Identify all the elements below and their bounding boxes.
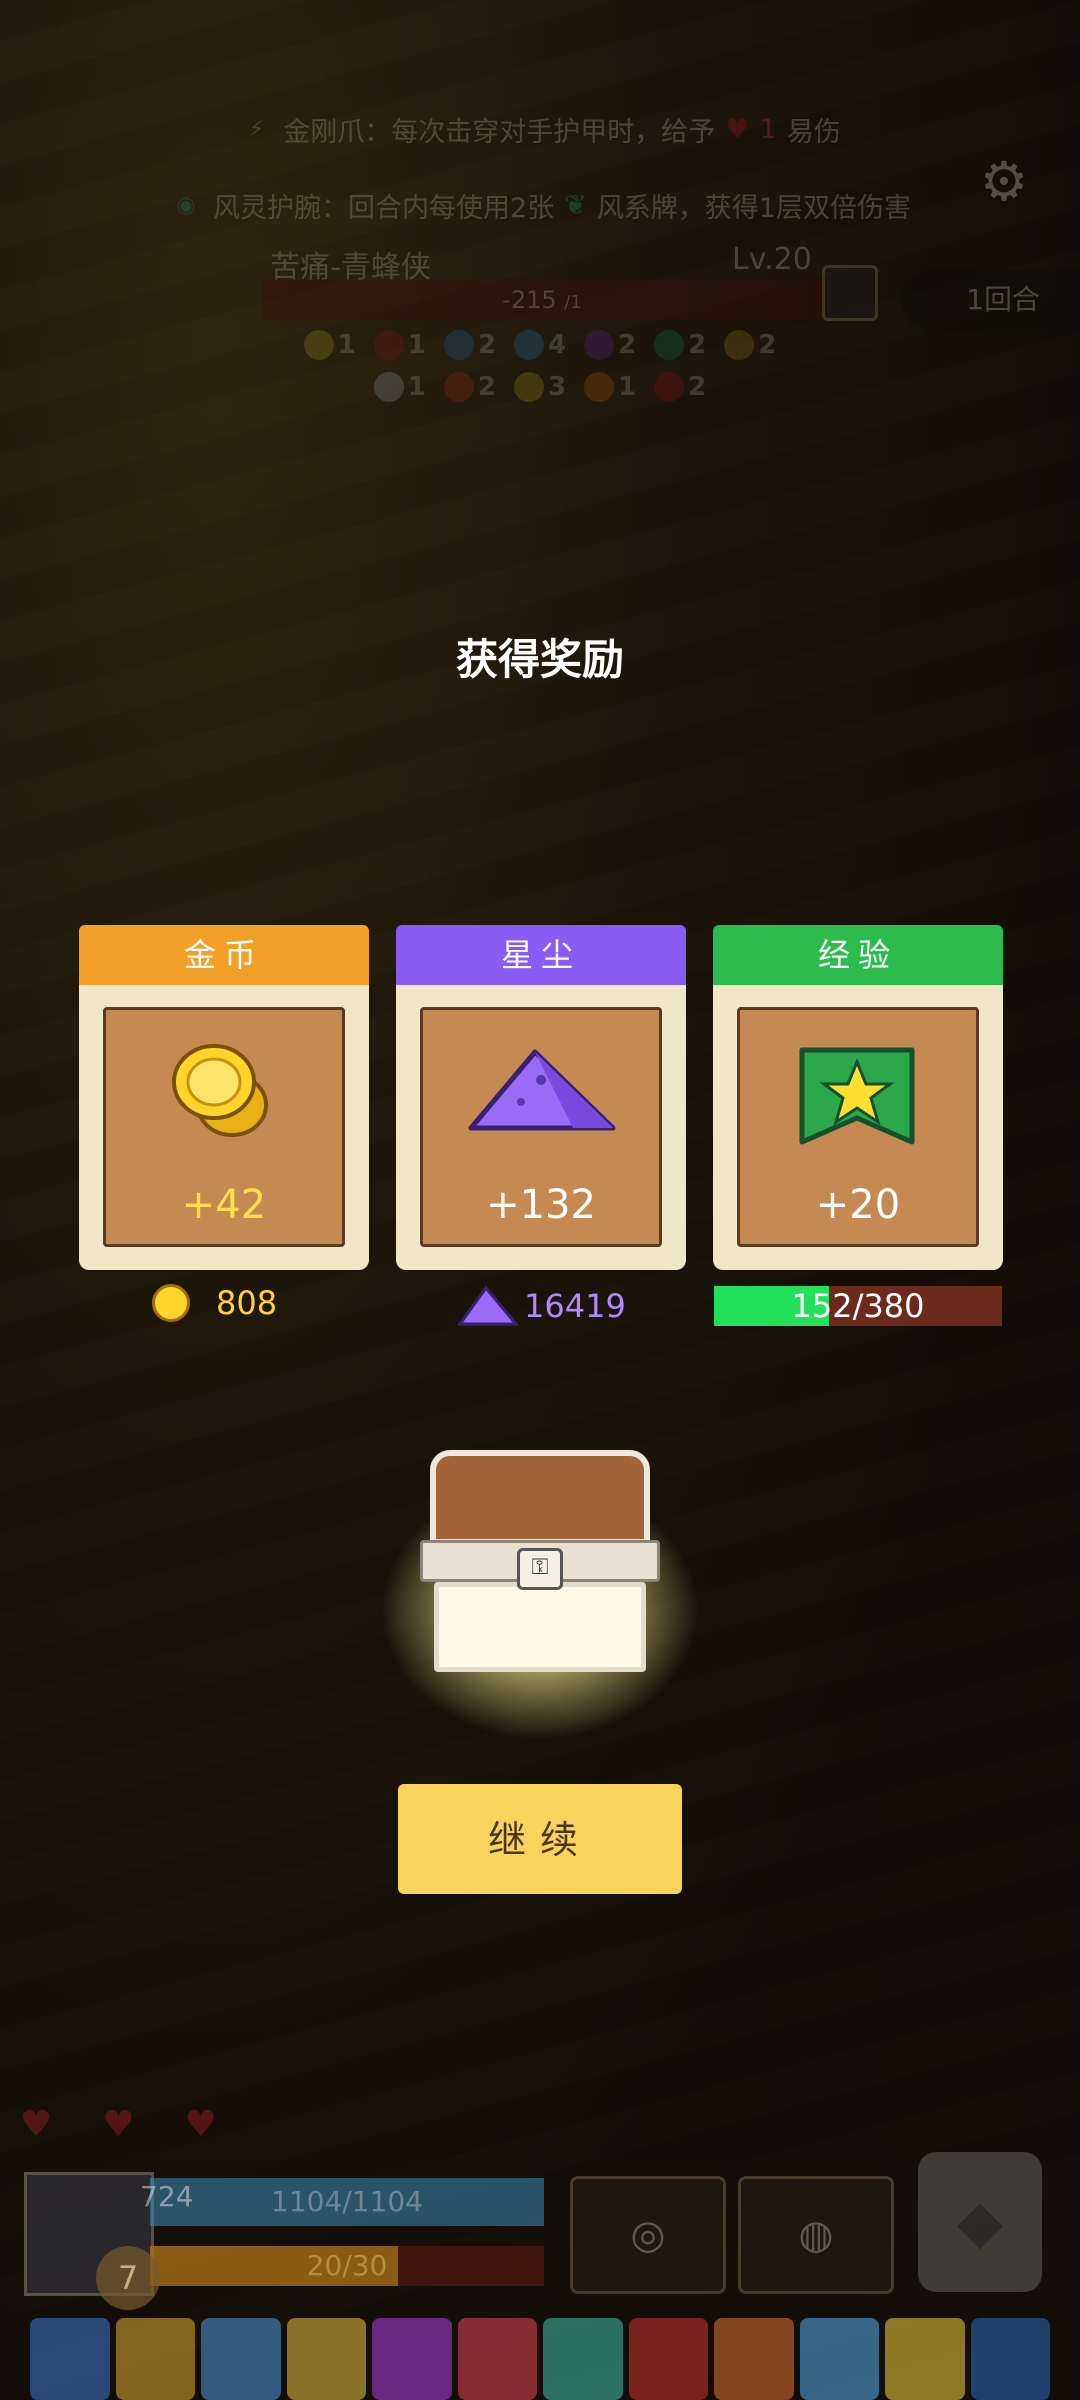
card-tab: 星尘	[396, 925, 686, 985]
heart-icon: ♥	[20, 2104, 53, 2145]
ring-icon: ◎	[630, 2212, 666, 2258]
gold-total: 808	[152, 1284, 277, 1322]
reward-card-stardust: 星尘 +132	[396, 925, 686, 1270]
dice-icon[interactable]: ◆	[918, 2152, 1042, 2292]
armor-value: 724	[140, 2180, 194, 2213]
exp-banner-star-icon	[799, 1047, 915, 1145]
reward-title: 获得奖励	[455, 635, 624, 684]
player-energy-bar: 20/30	[150, 2246, 544, 2286]
bowl-icon: ◍	[798, 2212, 834, 2258]
hand-card[interactable]	[30, 2318, 110, 2400]
stardust-total: 16419	[456, 1284, 626, 1328]
card-tab: 金币	[79, 925, 369, 985]
stardust-amount: +132	[486, 1182, 596, 1228]
gold-coins-icon	[172, 1044, 268, 1137]
gear-slot[interactable]: ◍	[738, 2176, 894, 2294]
card-tab: 经验	[713, 925, 1003, 985]
reward-card-exp: 经验 +20	[713, 925, 1003, 1270]
heart-icon: ♥	[184, 2104, 217, 2145]
hand-card[interactable]	[286, 2318, 366, 2400]
card-inner: +132	[420, 1007, 662, 1247]
energy-text: 20/30	[306, 2249, 388, 2282]
card-inner: +42	[103, 1007, 345, 1247]
hand-card[interactable]	[885, 2318, 965, 2400]
hand-card[interactable]	[714, 2318, 794, 2400]
gold-total-value: 808	[216, 1284, 278, 1322]
card-hand-strip[interactable]	[30, 2318, 1050, 2400]
player-hp-bar: 1104/1104	[150, 2178, 544, 2226]
exp-progress-text: 152/380	[791, 1287, 925, 1325]
gold-amount: +42	[181, 1182, 267, 1228]
keyhole-icon: ⚿	[517, 1548, 563, 1590]
card-inner: +20	[737, 1007, 979, 1247]
hand-card[interactable]	[115, 2318, 195, 2400]
hand-card[interactable]	[543, 2318, 623, 2400]
hand-card[interactable]	[628, 2318, 708, 2400]
coin-icon	[152, 1284, 190, 1322]
hand-card[interactable]	[457, 2318, 537, 2400]
exp-amount: +20	[815, 1182, 901, 1228]
hand-card[interactable]	[201, 2318, 281, 2400]
treasure-chest-lid	[430, 1450, 650, 1545]
buff-icons: ♥ ♥ ♥	[20, 2104, 217, 2145]
reward-card-gold: 金币 +42	[79, 925, 369, 1270]
ring-slot[interactable]: ◎	[570, 2176, 726, 2294]
stardust-pile-icon	[468, 1049, 616, 1131]
player-level-badge: 7	[96, 2246, 160, 2310]
continue-button[interactable]: 继续	[398, 1784, 682, 1894]
stardust-total-value: 16419	[524, 1287, 626, 1325]
exp-progress-bar: 152/380	[714, 1286, 1002, 1326]
hand-card[interactable]	[372, 2318, 452, 2400]
hand-card[interactable]	[799, 2318, 879, 2400]
hand-card[interactable]	[970, 2318, 1050, 2400]
heart-icon: ♥	[102, 2104, 135, 2145]
treasure-chest-base	[434, 1582, 646, 1672]
stardust-icon	[457, 1285, 520, 1326]
